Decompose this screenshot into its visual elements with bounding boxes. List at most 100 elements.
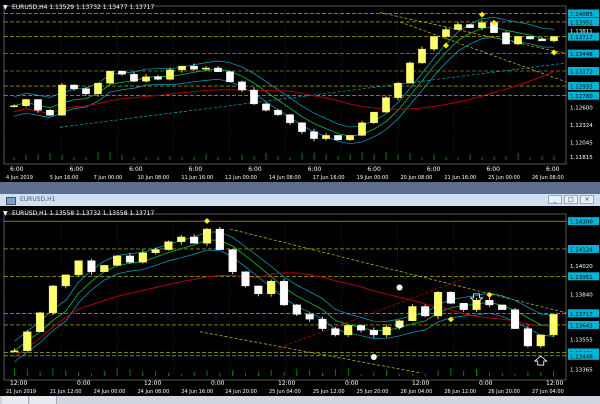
candle-body <box>87 260 96 272</box>
session-axis-label: 6:00 <box>367 166 381 173</box>
session-axis-label: 12:00 <box>546 380 563 387</box>
candle-body <box>262 103 270 111</box>
time-axis-label: 26 Jun 04:00 <box>401 389 433 395</box>
candle-body <box>394 82 402 98</box>
price-axis-label: 1.14020 <box>570 264 593 270</box>
candle-body <box>125 255 135 263</box>
h4-chart-title: EURUSD,H4 1.13529 1.13732 1.13477 1.1371… <box>12 4 154 11</box>
candle-body <box>226 71 234 83</box>
candle-body <box>190 236 199 244</box>
time-axis-label: 26 Jun 12:00 <box>444 389 476 395</box>
session-axis-label: 6:00 <box>70 166 84 173</box>
candle-body <box>166 69 174 80</box>
candle-body <box>82 88 90 95</box>
time-axis-label: 24 Jun 16:00 <box>181 389 213 395</box>
time-axis-label: 17 Jun 16:00 <box>313 175 345 181</box>
candle-body <box>418 48 426 64</box>
time-axis-label: 21 Jun 2019 <box>6 389 36 395</box>
session-axis-label: 6:00 <box>486 166 500 173</box>
candle-body <box>536 334 545 347</box>
price-axis-label: 1.14300 <box>570 220 593 226</box>
candle-body <box>408 306 417 321</box>
close-button[interactable]: × <box>580 195 594 204</box>
fractal-diamond-marker <box>443 42 449 49</box>
candle-body <box>94 82 102 95</box>
candle-body <box>322 135 330 139</box>
chart-tabs-bar <box>0 396 600 404</box>
candle-body <box>267 280 276 295</box>
candle-body <box>382 326 391 336</box>
candle-body <box>334 135 342 141</box>
price-axis-label: 1.12600 <box>570 106 593 112</box>
candle-body <box>523 328 532 347</box>
price-axis-label: 1.14085 <box>570 12 593 18</box>
candle-body <box>442 29 450 37</box>
collapse-triangle-icon[interactable]: ▼ <box>3 4 8 11</box>
fractal-diamond-marker <box>486 291 493 298</box>
candle-body <box>250 89 258 105</box>
candle-body <box>10 350 19 352</box>
h4-chart-window[interactable]: 1.14085 1.13951 1.13811 1.13717 1.13448 1.131… <box>0 0 600 182</box>
time-axis-label: 12 Jun 00:00 <box>225 175 257 181</box>
price-axis-label: 1.12324 <box>570 123 593 129</box>
price-axis-label: 1.13555 <box>570 337 593 343</box>
candle-body <box>74 260 83 276</box>
chart-tab[interactable] <box>2 396 29 404</box>
price-axis-label: 1.13717 <box>570 312 593 318</box>
candle-body <box>178 65 186 71</box>
price-axis-label: 1.12780 <box>570 94 593 100</box>
h1-chart-title: EURUSD,H1 1.13558 1.13732 1.13558 1.1371… <box>12 210 154 217</box>
session-axis-label: 12:00 <box>278 380 295 387</box>
session-axis-label: 0:00 <box>345 380 359 387</box>
session-axis-label: 0:00 <box>211 380 225 387</box>
chart-tab[interactable] <box>30 396 57 404</box>
candle-body <box>292 304 301 315</box>
candle-body <box>130 74 138 82</box>
candle-body <box>254 285 263 295</box>
candle-body <box>430 36 438 50</box>
candle-body <box>514 36 522 45</box>
minimize-button[interactable]: _ <box>548 195 562 204</box>
candle-body <box>466 24 474 28</box>
candle-body <box>286 114 294 124</box>
candle-body <box>459 303 468 310</box>
candle-body <box>279 280 289 306</box>
candle-body <box>472 299 481 310</box>
candle-body <box>382 97 390 113</box>
price-axis-label: 1.12045 <box>570 141 593 147</box>
price-axis-label: 1.13840 <box>570 292 593 298</box>
time-axis-label: 11 Jun 16:00 <box>181 175 213 181</box>
candle-body <box>346 135 354 141</box>
h4-candlestick-chart[interactable]: 1.140851.139511.138111.137171.134481.131… <box>0 0 600 182</box>
price-axis-label: 1.13448 <box>570 52 593 58</box>
candle-body <box>190 65 198 70</box>
candle-body <box>310 131 318 139</box>
price-axis-label: 1.13643 <box>570 323 593 329</box>
collapse-triangle-icon[interactable]: ▼ <box>3 210 8 217</box>
candle-body <box>502 32 510 45</box>
price-axis-label: 1.11815 <box>570 155 593 161</box>
candle-body <box>154 76 162 80</box>
candle-body <box>202 228 212 244</box>
up-arrow-icon <box>533 355 548 366</box>
maximize-button[interactable]: □ <box>564 195 578 204</box>
candle-body <box>202 67 210 70</box>
candle-body <box>485 299 494 306</box>
price-axis-label: 1.13365 <box>570 367 593 373</box>
session-axis-label: 0:00 <box>77 380 91 387</box>
time-axis-label: 7 Jun 00:00 <box>94 175 123 181</box>
candle-body <box>58 84 66 116</box>
candle-body <box>215 228 224 250</box>
candle-body <box>421 306 430 317</box>
time-axis-label: 10 Jun 08:00 <box>138 175 170 181</box>
time-axis-label: 14 Jun 08:00 <box>269 175 301 181</box>
h1-chart-window[interactable]: 1.14300 1.14124 1.14020 1.13951 1.13840 1.137… <box>0 206 600 396</box>
h1-candlestick-chart[interactable]: 1.14300 1.14124 1.14020 1.13951 1.13840 1.137… <box>0 206 600 396</box>
candle-body <box>356 325 366 331</box>
candle-body <box>61 274 70 287</box>
time-axis-label: 26 Jun 08:00 <box>532 175 564 181</box>
time-axis-label: 25 Jun 00:00 <box>488 175 520 181</box>
price-axis-label: 1.13172 <box>570 70 593 76</box>
trend-line <box>379 12 567 54</box>
candle-body <box>118 70 126 75</box>
